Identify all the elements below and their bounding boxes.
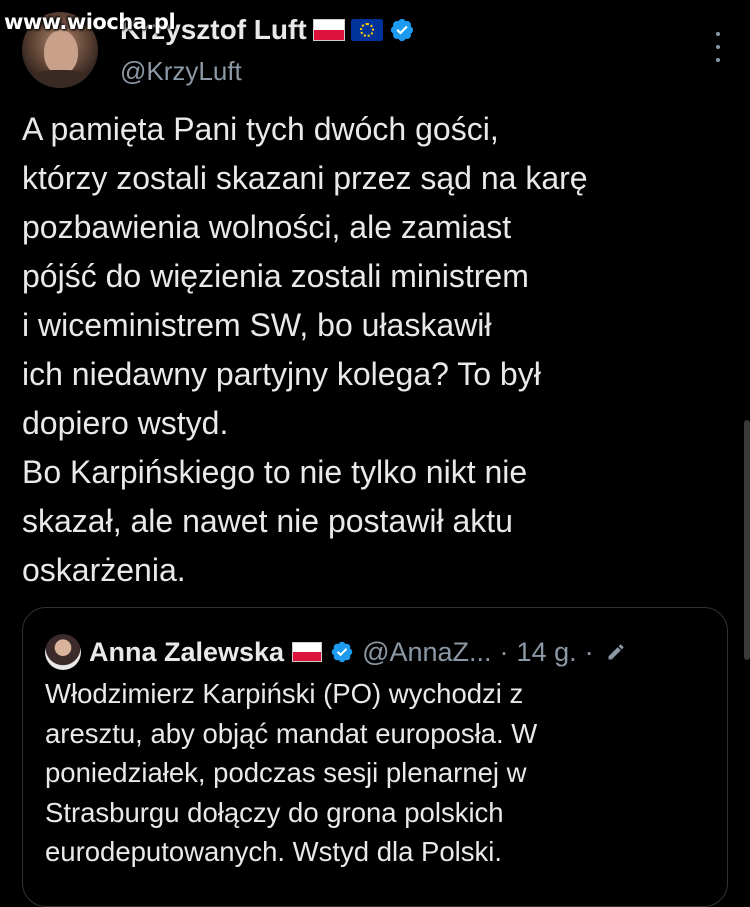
verified-badge-icon: [331, 641, 353, 663]
quote-timestamp[interactable]: 14 g.: [517, 637, 577, 668]
flag-eu-icon: [350, 19, 383, 41]
more-options-icon[interactable]: [708, 32, 728, 62]
tweet-line: pozbawienia wolności, ale zamiast: [22, 209, 512, 245]
tweet-line: i wiceministrem SW, bo ułaskawił: [22, 307, 492, 343]
tweet-line: pójść do więzienia zostali ministrem: [22, 258, 529, 294]
flag-poland-icon: [292, 642, 323, 662]
verified-badge-icon: [390, 18, 413, 42]
separator-dot: ·: [584, 636, 594, 667]
author-handle[interactable]: @KrzyLuft: [120, 56, 242, 87]
quote-text: Włodzimierz Karpiński (PO) wychodzi z ar…: [45, 674, 715, 872]
tweet-line: oskarżenia.: [22, 552, 186, 588]
watermark: www.wiocha.pl: [4, 10, 176, 34]
tweet-line: A pamięta Pani tych dwóch gości,: [22, 111, 499, 147]
tweet-line: dopiero wstyd.: [22, 405, 229, 441]
tweet-line: Bo Karpińskiego to nie tylko nikt nie: [22, 454, 528, 490]
quote-line: aresztu, aby objąć mandat europosła. W: [45, 717, 538, 749]
flag-poland-icon: [312, 19, 345, 41]
quote-line: eurodeputowanych. Wstyd dla Polski.: [45, 836, 503, 867]
quote-author-handle[interactable]: @AnnaZ...: [362, 637, 491, 668]
scrollbar[interactable]: [744, 420, 750, 660]
tweet-line: skazał, ale nawet nie postawił aktu: [22, 503, 513, 539]
quoted-tweet[interactable]: Anna Zalewska @AnnaZ... · 14 g. · Włodzi…: [22, 607, 728, 907]
separator-dot: ·: [499, 636, 509, 667]
quote-header: Anna Zalewska @AnnaZ... · 14 g. ·: [45, 634, 626, 670]
quote-line: Włodzimierz Karpiński (PO) wychodzi z: [45, 678, 524, 709]
tweet-line: którzy zostali skazani przez sąd na karę: [22, 160, 588, 196]
quote-author-name[interactable]: Anna Zalewska: [89, 637, 284, 668]
tweet-line: ich niedawny partyjny kolega? To był: [22, 356, 541, 392]
quote-author-avatar[interactable]: [45, 634, 81, 670]
tweet-text: A pamięta Pani tych dwóch gości, którzy …: [22, 105, 722, 595]
quote-line: Strasburgu dołączy do grona polskich: [45, 796, 504, 828]
quote-line: poniedziałek, podczas sesji plenarnej w: [45, 757, 527, 788]
edit-pencil-icon: [608, 644, 624, 660]
